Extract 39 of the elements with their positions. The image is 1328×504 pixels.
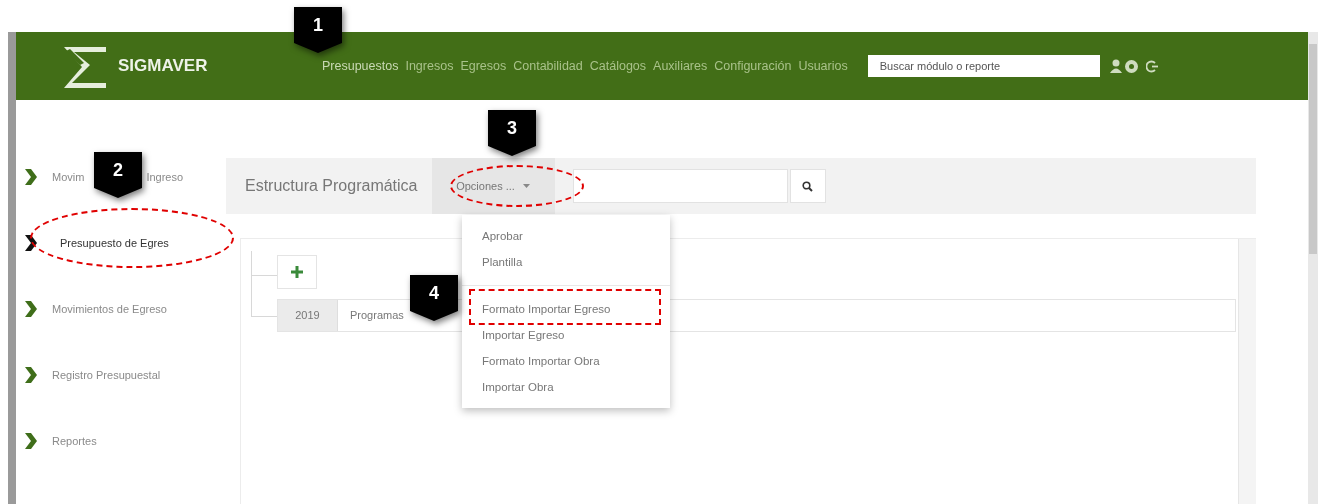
menu-item[interactable]: Aprobar [462,223,670,249]
options-dropdown[interactable]: Opciones ... [431,158,555,214]
menu-item[interactable]: Formato Importar Obra [462,348,670,374]
nav-link[interactable]: Auxiliares [653,56,708,76]
nav-link[interactable]: Ingresos [405,56,454,76]
brand-name: SIGMAVER [118,55,209,78]
chevron-icon [24,432,38,450]
search-button[interactable] [789,169,826,203]
caret-icon [522,184,530,188]
sidebar-item[interactable]: Reportes [52,432,97,450]
sidebar-item[interactable]: Registro Presupuestal [52,366,161,384]
add-button[interactable] [277,255,317,289]
nav-link[interactable]: Usuarios [798,56,848,76]
chevron-icon [24,168,38,186]
menu-item[interactable]: Importar Obra [462,374,670,400]
nav-link[interactable]: Configuración [714,56,792,76]
search-field[interactable]: Buscar módulo o reporte [867,55,1100,77]
menu-item[interactable]: Plantilla [462,249,670,275]
nav-link[interactable]: Contabilidad [513,56,583,76]
sidebar-item[interactable]: Movimientos de Egreso [52,300,167,318]
page-title: Estructura Programática [245,176,418,196]
search-icon [802,180,813,192]
sidebar-item[interactable]: Presupuesto de Egres [52,234,169,252]
chevron-icon [24,234,38,252]
node-label: Programas [349,308,404,324]
plus-icon [291,266,303,278]
user-icon[interactable] [1109,59,1122,73]
nav-link[interactable]: Presupuestos [322,56,399,76]
nav-link[interactable]: Catálogos [589,56,647,76]
chevron-icon [24,366,38,384]
search-field[interactable] [572,169,788,203]
year-label: 2019 [278,300,338,331]
help-icon[interactable] [1124,59,1138,73]
nav-link[interactable]: Egresos [460,56,507,76]
logout-icon[interactable] [1145,59,1159,73]
chevron-icon [24,300,38,318]
sidebar-item[interactable]: Movim [52,168,85,186]
menu-item[interactable]: Formato Importar Egreso [462,296,670,322]
sidebar-item[interactable]: Ingreso [146,168,184,186]
